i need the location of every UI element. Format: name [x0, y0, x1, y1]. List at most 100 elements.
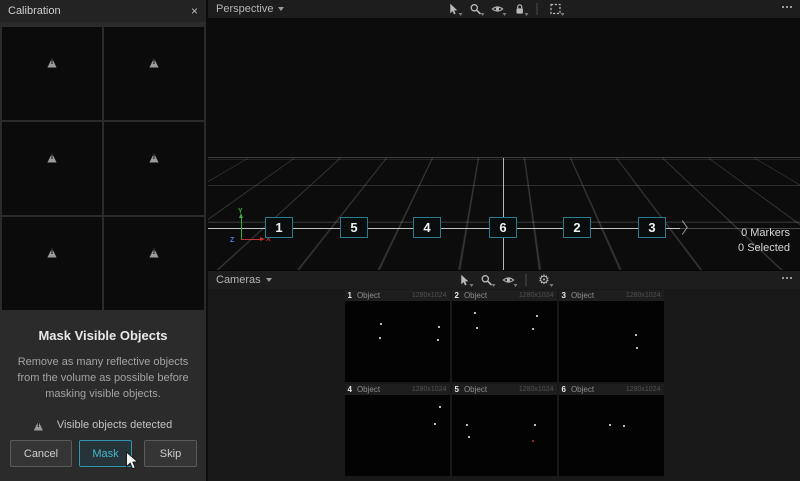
toolbar-separator	[537, 3, 538, 15]
camera-number: 2	[455, 291, 459, 300]
camera-number: 1	[348, 291, 352, 300]
app-root: Calibration × ▲▲▲▲▲▲ Mask Visible Object…	[0, 0, 800, 481]
camera-view-3[interactable]: 3Object1280x1024	[559, 290, 664, 382]
chevron-down-icon	[266, 278, 272, 282]
cameras-panel-header: Cameras ⚙	[208, 271, 800, 289]
calibration-panel-header: Calibration ×	[0, 0, 206, 22]
calibration-camera-preview[interactable]: ▲	[2, 27, 102, 120]
camera-view-6[interactable]: 6 Object 1280x1024	[559, 384, 664, 476]
warning-triangle-icon: ▲	[149, 151, 158, 163]
camera-mode: Object	[571, 385, 594, 394]
camera-mode: Object	[464, 385, 487, 394]
marker-dot	[536, 315, 538, 317]
camera-number: 4	[348, 385, 352, 394]
mask-button[interactable]: Mask	[79, 440, 132, 467]
viewport-marker-1[interactable]: 1	[265, 217, 293, 238]
camera-view-1[interactable]: 1Object1280x1024	[345, 290, 450, 382]
perspective-view-selector[interactable]: Perspective	[216, 3, 284, 15]
marker-dot	[474, 312, 476, 314]
horizon-line	[208, 157, 800, 158]
camera-view-header: 1Object1280x1024	[345, 290, 450, 301]
calibration-camera-preview[interactable]: ▲	[104, 27, 204, 120]
cameras-view-selector[interactable]: Cameras	[216, 274, 272, 286]
marker-dot	[532, 440, 534, 442]
marker-dot	[434, 423, 436, 425]
camera-view-body	[452, 395, 557, 476]
marker-dot	[380, 323, 382, 325]
camera-resolution: 1280x1024	[519, 386, 554, 393]
camera-resolution: 1280x1024	[626, 386, 661, 393]
calibration-step-description: Remove as many reflective objects from t…	[14, 355, 192, 403]
marker-dot	[379, 337, 381, 339]
cancel-button[interactable]: Cancel	[10, 440, 72, 467]
more-options-icon[interactable]	[782, 6, 792, 8]
viewport-marker-5[interactable]: 5	[340, 217, 368, 238]
viewport-marker-3[interactable]: 3	[638, 217, 666, 238]
axis-y-arrow	[241, 217, 242, 239]
viewport-marker-6[interactable]: 6	[489, 217, 517, 238]
zoom-magnifier-icon[interactable]	[480, 274, 493, 287]
camera-number: 6	[562, 385, 566, 394]
camera-view-body	[345, 395, 450, 476]
settings-gear-icon[interactable]: ⚙	[538, 274, 551, 287]
camera-view-body	[345, 301, 450, 382]
perspective-panel-header: Perspective	[208, 0, 800, 18]
camera-number: 5	[455, 385, 459, 394]
viewport-marker-2[interactable]: 2	[563, 217, 591, 238]
perspective-panel: Perspective Y X Z	[208, 0, 800, 270]
calibration-panel-title: Calibration	[8, 5, 61, 17]
camera-view-4[interactable]: 4Object1280x1024	[345, 384, 450, 476]
axis-x-arrow-gizmo	[241, 239, 261, 240]
region-select-icon[interactable]	[549, 3, 562, 16]
calibration-camera-preview[interactable]: ▲	[104, 122, 204, 215]
calibration-step-heading: Mask Visible Objects	[14, 328, 192, 343]
calibration-camera-preview[interactable]: ▲	[2, 122, 102, 215]
marker-dot	[437, 339, 439, 341]
cameras-panel: Cameras ⚙ 1Object1280x10242Object1280x10…	[208, 270, 800, 481]
marker-dot	[468, 436, 470, 438]
warning-triangle-icon: ▲	[47, 151, 56, 163]
warning-triangle-icon: ▲	[34, 419, 43, 431]
camera-view-header: 2 Object 1280x1024	[452, 290, 557, 301]
select-cursor-icon[interactable]	[447, 3, 460, 16]
calibration-button-row: Cancel Mask Skip	[10, 440, 197, 467]
warning-triangle-icon: ▲	[47, 56, 56, 68]
lock-icon[interactable]	[513, 3, 526, 16]
right-column: Perspective Y X Z	[208, 0, 800, 481]
marker-dot	[623, 425, 625, 427]
calibration-camera-preview[interactable]: ▲	[2, 217, 102, 310]
cameras-toolbar: ⚙	[458, 271, 551, 289]
calibration-instructions: Mask Visible Objects Remove as many refl…	[0, 310, 206, 431]
camera-view-header: 5 Object 1280x1024	[452, 384, 557, 395]
camera-mode: Object	[571, 291, 594, 300]
marker-dot	[532, 328, 534, 330]
marker-dot	[439, 406, 441, 408]
viewport-marker-4[interactable]: 4	[413, 217, 441, 238]
cameras-title: Cameras	[216, 274, 261, 286]
viewport-3d[interactable]: Y X Z 154623 0 Markers 0 Selected	[208, 18, 800, 270]
zoom-magnifier-icon[interactable]	[469, 3, 482, 16]
camera-view-body	[559, 395, 664, 476]
ground-grid	[208, 18, 800, 158]
viewport-status: 0 Markers 0 Selected	[738, 226, 790, 256]
camera-mode: Object	[464, 291, 487, 300]
visibility-eye-icon[interactable]	[491, 3, 504, 16]
select-cursor-icon[interactable]	[458, 274, 471, 287]
skip-button[interactable]: Skip	[144, 440, 197, 467]
camera-resolution: 1280x1024	[519, 292, 554, 299]
camera-view-2[interactable]: 2 Object 1280x1024	[452, 290, 557, 382]
calibration-panel: Calibration × ▲▲▲▲▲▲ Mask Visible Object…	[0, 0, 208, 481]
close-icon[interactable]: ×	[191, 5, 198, 17]
camera-view-5[interactable]: 5 Object 1280x1024	[452, 384, 557, 476]
marker-dot	[466, 424, 468, 426]
camera-view-header: 3Object1280x1024	[559, 290, 664, 301]
camera-resolution: 1280x1024	[626, 292, 661, 299]
warning-triangle-icon: ▲	[149, 56, 158, 68]
calibration-camera-preview[interactable]: ▲	[104, 217, 204, 310]
axis-z-label: Z	[230, 237, 234, 244]
marker-dot	[609, 424, 611, 426]
marker-dot	[534, 424, 536, 426]
marker-dot	[438, 326, 440, 328]
more-options-icon[interactable]	[782, 277, 792, 279]
visibility-eye-icon[interactable]	[502, 274, 515, 287]
